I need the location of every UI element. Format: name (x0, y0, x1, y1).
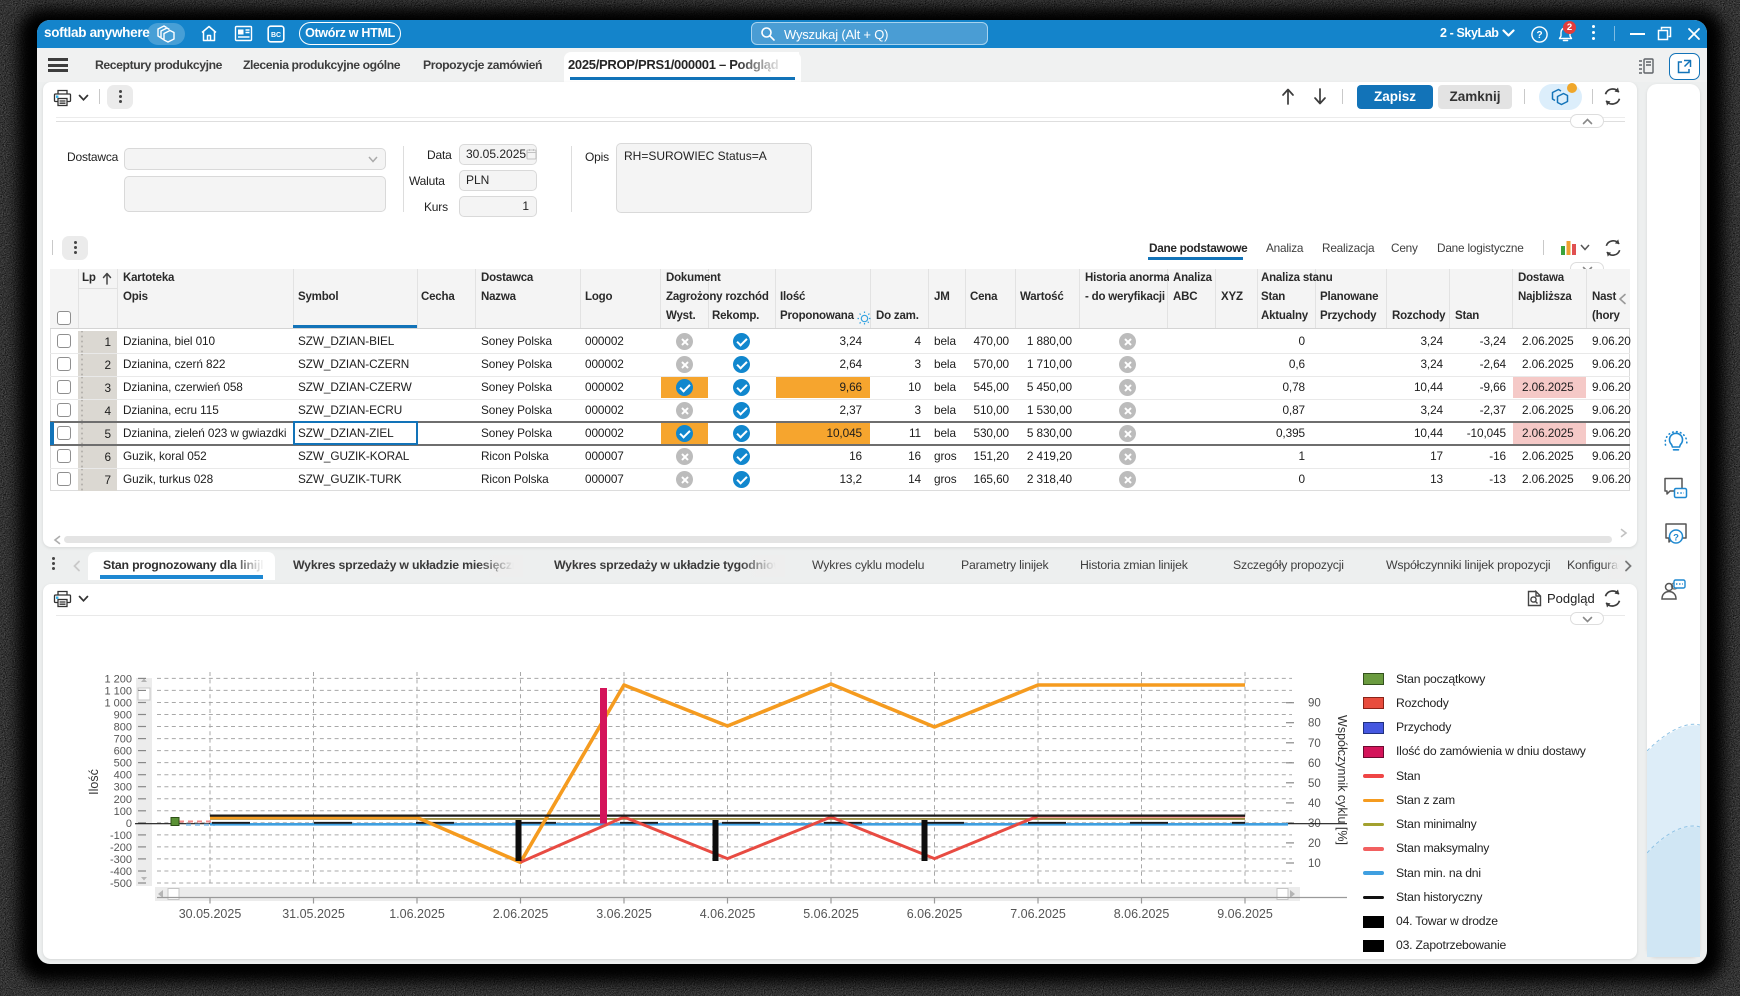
svg-text:50: 50 (1308, 778, 1321, 790)
svg-text:1 200: 1 200 (104, 673, 132, 685)
svg-text:30.05.2025: 30.05.2025 (179, 907, 242, 921)
svg-text:900: 900 (114, 710, 132, 722)
svg-text:BC: BC (271, 32, 281, 39)
svg-text:2.06.2025: 2.06.2025 (493, 907, 549, 921)
svg-text:-400: -400 (110, 866, 132, 878)
svg-text:4.06.2025: 4.06.2025 (700, 907, 756, 921)
svg-text:1 000: 1 000 (104, 698, 132, 710)
svg-text:90: 90 (1308, 698, 1321, 710)
svg-text:1.06.2025: 1.06.2025 (389, 907, 445, 921)
svg-text:60: 60 (1308, 758, 1321, 770)
svg-text:-500: -500 (110, 878, 132, 890)
svg-text:-300: -300 (110, 854, 132, 866)
svg-text:5.06.2025: 5.06.2025 (803, 907, 859, 921)
svg-text:300: 300 (114, 782, 132, 794)
svg-text:40: 40 (1308, 798, 1321, 810)
svg-text:7.06.2025: 7.06.2025 (1010, 907, 1066, 921)
svg-text:20: 20 (1308, 838, 1321, 850)
svg-text:6.06.2025: 6.06.2025 (907, 907, 963, 921)
svg-text:200: 200 (114, 794, 132, 806)
svg-text:10: 10 (1308, 858, 1321, 870)
svg-text:80: 80 (1308, 718, 1321, 730)
svg-text:8.06.2025: 8.06.2025 (1114, 907, 1170, 921)
svg-text:600: 600 (114, 746, 132, 758)
svg-text:0: 0 (126, 818, 132, 830)
svg-text:?: ? (1536, 30, 1542, 41)
svg-text:-100: -100 (110, 830, 132, 842)
svg-text:1 100: 1 100 (104, 685, 132, 697)
svg-text:700: 700 (114, 734, 132, 746)
svg-text:-200: -200 (110, 842, 132, 854)
svg-text:9.06.2025: 9.06.2025 (1217, 907, 1273, 921)
svg-text:Współczynnik cyklu [%]: Współczynnik cyklu [%] (1335, 715, 1349, 845)
svg-text:100: 100 (114, 806, 132, 818)
svg-text:500: 500 (114, 758, 132, 770)
svg-text:?: ? (1673, 533, 1679, 544)
svg-text:Ilość: Ilość (87, 769, 101, 795)
svg-text:31.05.2025: 31.05.2025 (282, 907, 345, 921)
svg-text:800: 800 (114, 722, 132, 734)
svg-text:70: 70 (1308, 738, 1321, 750)
svg-text:3.06.2025: 3.06.2025 (596, 907, 652, 921)
svg-text:400: 400 (114, 770, 132, 782)
